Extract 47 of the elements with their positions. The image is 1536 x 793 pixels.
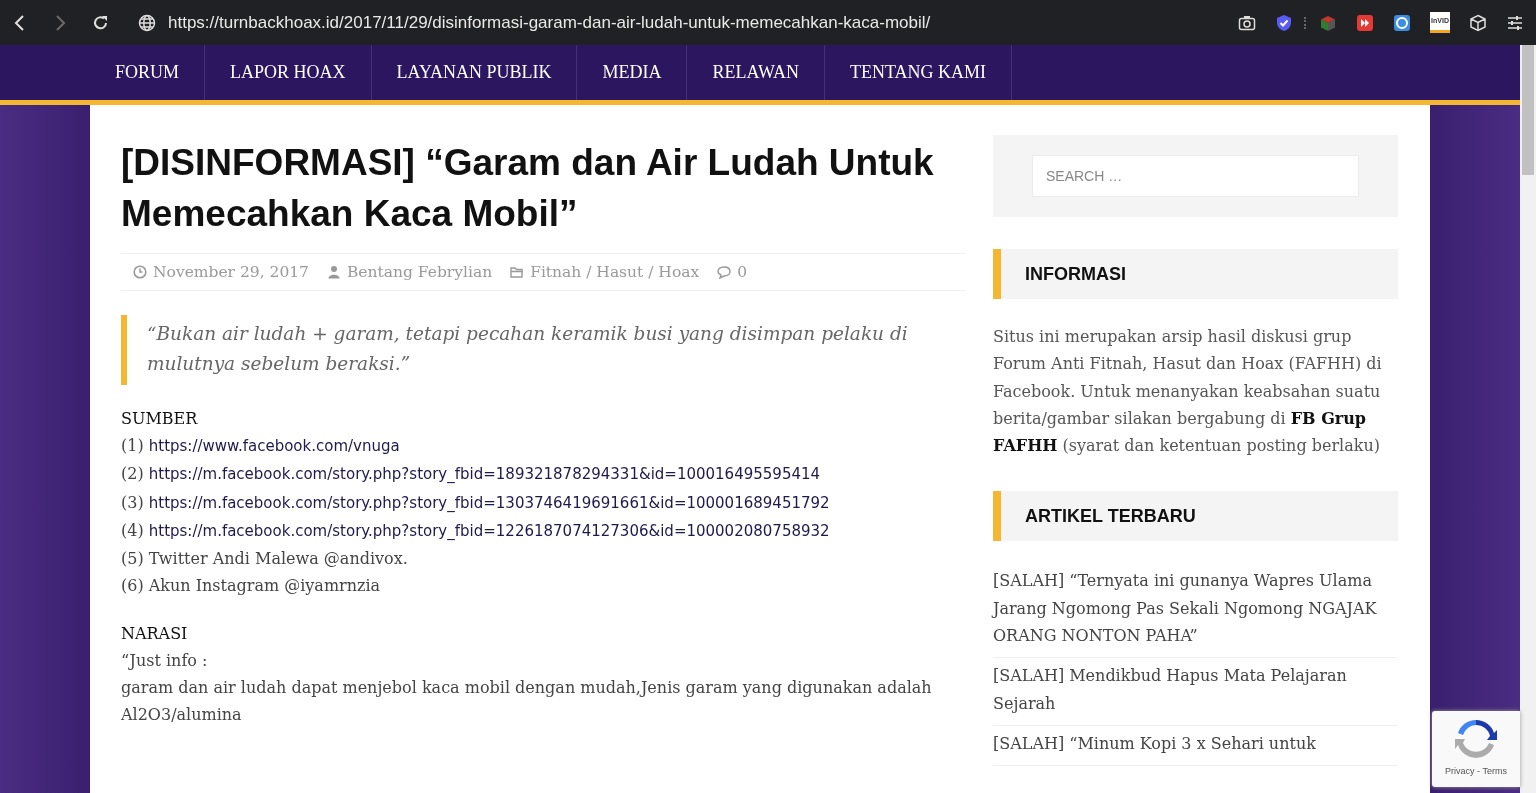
nav-link[interactable]: MEDIA xyxy=(577,45,688,100)
source-link[interactable]: https://m.facebook.com/story.php?story_fbid=189321878294331&id=100016495595414 xyxy=(148,465,821,484)
recent-post-link[interactable]: [SALAH] Mendikbud Hapus Mata Pelajaran Sejarah xyxy=(993,658,1398,726)
reload-icon[interactable] xyxy=(92,13,110,32)
section-heading: NARASI xyxy=(121,622,189,645)
target-icon[interactable] xyxy=(1393,13,1412,32)
widget-title: INFORMASI xyxy=(993,249,1398,299)
recaptcha-badge[interactable]: Privacy - Terms xyxy=(1432,711,1520,787)
widget-title: ARTIKEL TERBARU xyxy=(993,491,1398,542)
shield-icon[interactable] xyxy=(1275,13,1294,32)
globe-icon xyxy=(138,13,156,32)
body-text: (1) https://www.facebook.com/vnuga xyxy=(121,435,401,457)
scrollbar[interactable] xyxy=(1520,45,1536,793)
cube-icon[interactable] xyxy=(1469,13,1487,32)
section-heading: SUMBER xyxy=(121,408,199,430)
recaptcha-links[interactable]: Privacy - Terms xyxy=(1445,766,1507,776)
source-link[interactable]: https://www.facebook.com/vnuga xyxy=(148,437,400,455)
nav-link[interactable]: RELAWAN xyxy=(687,45,825,100)
article-title: [DISINFORMASI] “Garam dan Air Ludah Untuk Memecahkan Kaca Mobil” xyxy=(121,141,935,236)
camera-icon[interactable] xyxy=(1238,13,1257,32)
sliders-icon[interactable] xyxy=(1506,13,1524,32)
body-text: garam dan air ludah dapat menjebol kaca mobil dengan mudah,Jenis garam yang digunakan adalah Al2O3/alumina xyxy=(121,677,933,727)
body-text: (5) Twitter Andi Malewa @andivox. xyxy=(121,548,409,571)
comment-icon xyxy=(717,265,732,279)
body-text: (3) https://m.facebook.com/story.php?story_fbid=1303746419691661&id=100001689451792 xyxy=(121,491,831,514)
recent-post-link[interactable]: [SALAH] “Ternyata ini gunanya Wapres Ulama Jarang Ngomong Pas Sekali Ngomong NGAJAK ORANG NONTON PAHA” xyxy=(993,563,1398,659)
nav-link[interactable]: LAPOR HOAX xyxy=(205,45,372,100)
nav-link[interactable]: LAYANAN PUBLIK xyxy=(371,45,578,100)
search-field[interactable]: SEARCH … xyxy=(1032,155,1359,197)
source-link[interactable]: https://m.facebook.com/story.php?story_fbid=1303746419691661&id=100001689451792 xyxy=(148,493,830,512)
source-link[interactable]: https://m.facebook.com/story.php?story_fbid=1226187074127306&id=100002080758932 xyxy=(148,521,830,540)
recent-post-link[interactable]: [SALAH] “Minum Kopi 3 x Sehari untuk xyxy=(993,725,1398,767)
body-text: (6) Akun Instagram @iyamrnzia xyxy=(121,575,382,598)
scrollbar-thumb[interactable] xyxy=(1522,45,1534,175)
address-bar-url[interactable]: https://turnbackhoax.id/2017/11/29/disinformasi-garam-dan-air-ludah-untuk-memecahkan-kaca-mobil/ xyxy=(168,12,931,33)
clock-icon xyxy=(133,265,147,279)
pull-quote: “Bukan air ludah + garam, tetapi pecahan keramik busi yang disimpan pelaku di mulutnya sebelum beraksi.” xyxy=(121,315,965,385)
body-text: “Just info : xyxy=(121,649,209,672)
nav-link[interactable]: FORUM xyxy=(90,45,206,100)
widget-text: Situs ini merupakan arsip hasil diskusi grup Forum Anti Fitnah, Hasut dan Hoax (FAFHH) di Facebook. Untuk menanyakan keabsahan suatu berita/gambar silakan bergabung di FB Grup FAFHH (syarat dan ketentuan posting berlaku) xyxy=(993,326,1383,458)
box-icon[interactable] xyxy=(1319,13,1338,32)
nav-link[interactable]: TENTANG KAMI xyxy=(824,45,1012,100)
play-icon[interactable] xyxy=(1356,13,1375,32)
body-text: (2) https://m.facebook.com/story.php?story_fbid=189321878294331&id=100016495595414 xyxy=(121,463,822,486)
folder-icon xyxy=(510,265,525,279)
body-text: (4) https://m.facebook.com/story.php?story_fbid=1226187074127306&id=100002080758932 xyxy=(121,519,831,542)
user-icon xyxy=(327,265,341,279)
